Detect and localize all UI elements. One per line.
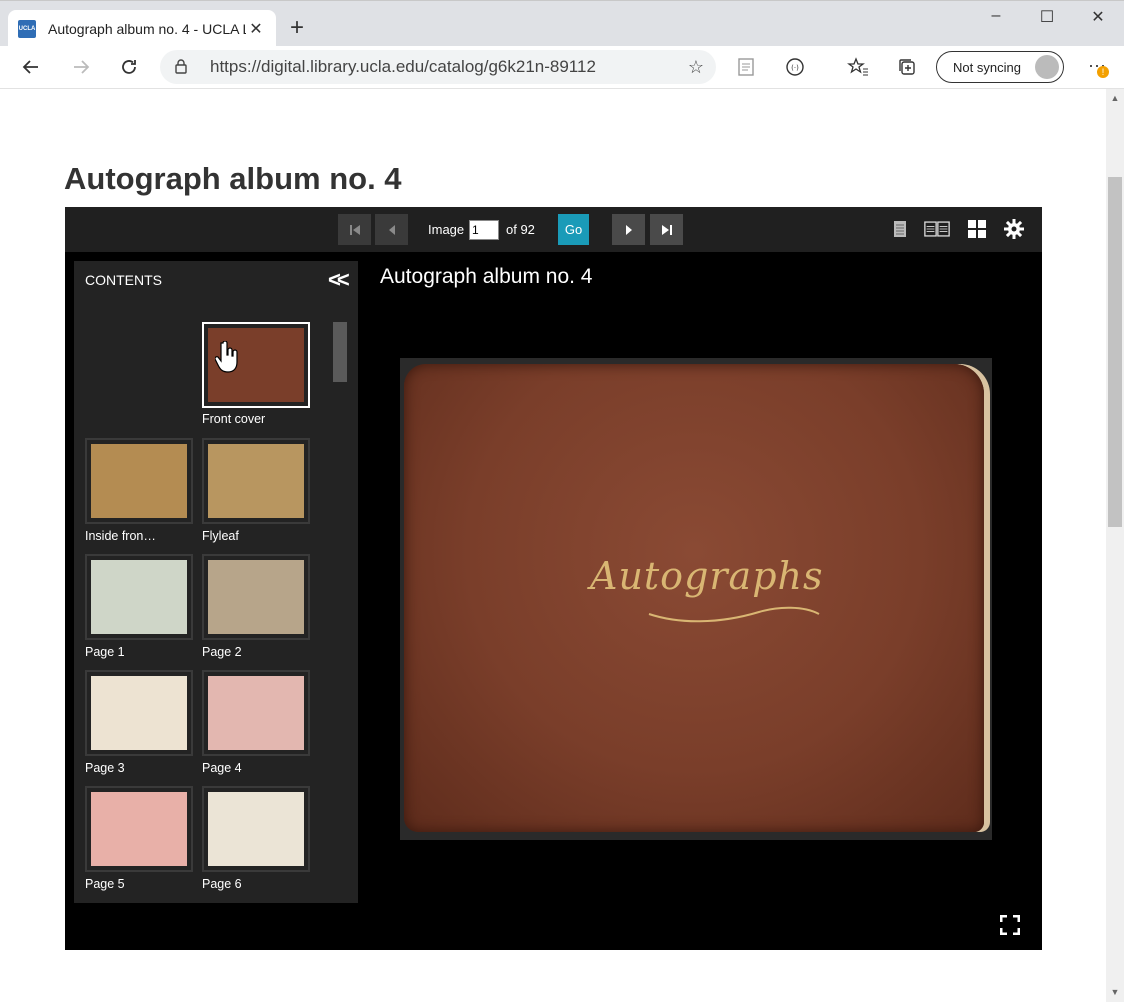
thumbnail-image: [208, 444, 304, 518]
new-tab-button[interactable]: +: [283, 14, 311, 42]
image-label: Image: [428, 222, 465, 237]
thumbnail-label[interactable]: Flyleaf: [202, 529, 239, 543]
close-window-button[interactable]: ✕: [1075, 7, 1121, 27]
refresh-icon[interactable]: [114, 52, 144, 82]
profile-avatar-icon: [1035, 55, 1059, 79]
close-tab-icon[interactable]: ✕: [246, 19, 266, 39]
thumbnail-page-2[interactable]: [202, 554, 310, 640]
thumbnail-label[interactable]: Page 3: [85, 761, 125, 775]
thumbnail-image: [91, 560, 187, 634]
add-favorite-icon[interactable]: ☆: [688, 57, 704, 78]
collections-icon[interactable]: [892, 52, 922, 82]
thumbnail-label[interactable]: Page 1: [85, 645, 125, 659]
thumbnail-label[interactable]: Page 2: [202, 645, 242, 659]
svg-text:(·): (·): [791, 64, 799, 72]
immersive-reader-icon[interactable]: (·): [780, 52, 810, 82]
thumbnail-image: [208, 676, 304, 750]
thumbnail-page-3[interactable]: [85, 670, 193, 756]
thumbnail-page-1[interactable]: [85, 554, 193, 640]
sync-label: Not syncing: [953, 59, 1021, 75]
browser-tab-bar: UCLA Autograph album no. 4 - UCLA L ✕ + …: [0, 0, 1124, 47]
go-button[interactable]: Go: [558, 214, 589, 245]
first-image-button[interactable]: [338, 214, 371, 245]
minimize-window-button[interactable]: –: [973, 7, 1019, 25]
cover-lettering: Autographs: [590, 554, 824, 598]
thumbnail-image: [91, 792, 187, 866]
contents-heading: CONTENTS: [85, 272, 162, 288]
thumbnail-label[interactable]: Page 6: [202, 877, 242, 891]
browser-tab[interactable]: UCLA Autograph album no. 4 - UCLA L ✕: [8, 10, 276, 47]
image-number-input[interactable]: [469, 220, 499, 240]
thumbnail-image: [91, 676, 187, 750]
single-page-view-icon[interactable]: [887, 217, 913, 241]
previous-image-button[interactable]: [375, 214, 408, 245]
maximize-window-button[interactable]: ☐: [1024, 7, 1070, 27]
scrollbar-thumb[interactable]: [1108, 177, 1122, 527]
page-title: Autograph album no. 4: [64, 161, 402, 196]
thumbnail-label[interactable]: Front cover: [202, 412, 265, 426]
image-total: of 92: [506, 222, 535, 237]
next-image-button[interactable]: [612, 214, 645, 245]
thumbnail-image: [208, 560, 304, 634]
gallery-view-icon[interactable]: [964, 217, 990, 241]
scroll-down-icon[interactable]: ▼: [1106, 987, 1124, 997]
profile-sync-button[interactable]: Not syncing: [936, 51, 1064, 83]
page-scrollbar[interactable]: ▲ ▼: [1106, 89, 1124, 1002]
page-content: Autograph album no. 4 Image of 92 Go: [0, 89, 1106, 1002]
thumbnail-flyleaf[interactable]: [202, 438, 310, 524]
thumbnail-label[interactable]: Page 4: [202, 761, 242, 775]
tab-title: Autograph album no. 4 - UCLA L: [48, 20, 246, 37]
back-icon[interactable]: [16, 52, 46, 82]
canvas-title: Autograph album no. 4: [380, 265, 593, 288]
gear-icon[interactable]: [1001, 217, 1027, 241]
ucla-favicon-icon: UCLA: [18, 19, 36, 38]
collapse-panel-icon[interactable]: <<: [328, 267, 350, 293]
thumbnail-image: [91, 444, 187, 518]
thumbnail-page-4[interactable]: [202, 670, 310, 756]
url-text[interactable]: https://digital.library.ucla.edu/catalog…: [210, 57, 596, 77]
address-bar[interactable]: https://digital.library.ucla.edu/catalog…: [160, 50, 716, 84]
forward-icon[interactable]: [66, 52, 96, 82]
scroll-up-icon[interactable]: ▲: [1106, 93, 1124, 103]
thumbnail-image: [208, 792, 304, 866]
browser-toolbar: https://digital.library.ucla.edu/catalog…: [0, 46, 1124, 89]
thumbnail-page-5[interactable]: [85, 786, 193, 872]
main-image-canvas[interactable]: Autographs: [400, 358, 992, 840]
last-image-button[interactable]: [650, 214, 683, 245]
viewer-toolbar: Image of 92 Go: [65, 207, 1042, 252]
album-cover-image: Autographs: [404, 364, 984, 832]
fullscreen-icon[interactable]: [999, 914, 1021, 940]
thumbnail-label[interactable]: Inside fron…: [85, 529, 156, 543]
thumbnail-label[interactable]: Page 5: [85, 877, 125, 891]
image-viewer: Image of 92 Go CONTE: [65, 207, 1042, 950]
favorites-icon[interactable]: [843, 52, 873, 82]
hand-cursor-icon: [214, 340, 241, 380]
cover-flourish-icon: [648, 606, 820, 623]
update-badge: !: [1097, 66, 1109, 78]
book-view-icon[interactable]: [924, 217, 950, 241]
contents-panel: CONTENTS << Front cover Inside fron… Fly…: [74, 261, 358, 903]
settings-more-icon[interactable]: ···: [1082, 52, 1112, 82]
lock-icon[interactable]: [174, 58, 194, 77]
reader-view-icon[interactable]: [731, 52, 761, 82]
thumbnail-inside-front[interactable]: [85, 438, 193, 524]
thumbnail-page-6[interactable]: [202, 786, 310, 872]
thumbnail-scrollbar[interactable]: [333, 322, 347, 382]
